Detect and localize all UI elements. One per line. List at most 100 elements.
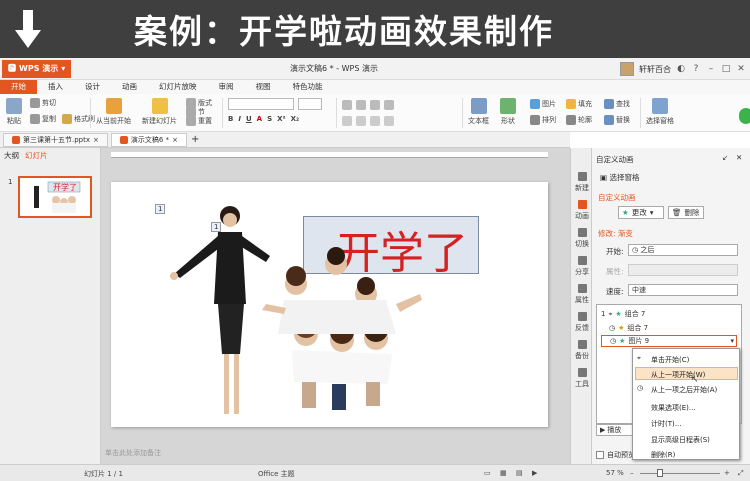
font-name-select[interactable] [228,98,294,110]
menu-item-after-previous[interactable]: 从上一项之后开始(A) [651,385,717,395]
menu-item-effect-options[interactable]: 效果选项(E)... [651,403,696,413]
select-pane-link[interactable]: ▣ 选择窗格 [600,172,639,183]
reset-button[interactable]: 重置 [186,116,212,126]
bold-icon[interactable]: B [228,115,233,123]
strip-animation[interactable]: 动画 [571,200,593,221]
shape-button[interactable]: 形状 [500,98,516,126]
tab-view[interactable]: 视图 [245,80,282,94]
auto-preview-checkbox[interactable] [596,451,604,459]
justify-icon[interactable] [384,116,394,126]
view-reading-icon[interactable]: ▤ [516,469,523,477]
help-icon[interactable]: ? [691,64,701,74]
outline-button[interactable]: 轮廓 [566,115,592,125]
menu-item-on-click[interactable]: 单击开始(C) [651,355,689,365]
copy-button[interactable]: 复制 [30,114,56,124]
strip-backup[interactable]: 备份 [571,340,593,361]
menu-item-timing[interactable]: 计时(T)... [651,419,681,429]
select-pane-button[interactable]: 选择窗格 [646,98,674,126]
tab-animation[interactable]: 动画 [111,80,148,94]
superscript-icon[interactable]: X² [277,115,285,123]
from-current-button[interactable]: 从当前开始 [96,98,131,126]
subscript-icon[interactable]: X₂ [291,115,299,123]
tab-home[interactable]: 开始 [0,80,37,94]
new-slide-button[interactable]: 新建幻灯片 [142,98,177,126]
skin-icon[interactable]: ◐ [676,64,686,74]
expand-icon[interactable]: ↙ [722,153,728,162]
close-icon[interactable]: ✕ [736,64,746,74]
doc-tab-1[interactable]: 第三课第十五节.pptx × [3,132,108,147]
slideshow-icon[interactable]: ▶ [532,469,537,477]
list-item[interactable]: 1 ⌖ ★ 组合 7 [601,309,645,319]
view-sorter-icon[interactable]: ▦ [500,469,507,477]
zoom-slider[interactable] [640,473,720,474]
tab-review[interactable]: 审阅 [208,80,245,94]
indent-icon[interactable] [370,100,380,110]
strike-icon[interactable]: S [267,115,272,123]
strip-tools[interactable]: 工具 [571,368,593,389]
cut-button[interactable]: 剪切 [30,98,56,108]
green-assist-icon[interactable] [739,108,750,124]
tab-features[interactable]: 特色功能 [282,80,334,94]
minimize-icon[interactable]: – [706,64,716,74]
textbox-button[interactable]: 文本框 [468,98,489,126]
fill-button[interactable]: 填充 [566,99,592,109]
tab-design[interactable]: 设计 [74,80,111,94]
add-tab-icon[interactable]: + [191,134,199,145]
strip-share[interactable]: 分享 [571,256,593,277]
tab-outline[interactable]: 大纲 [4,150,19,161]
wps-menu-button[interactable]: 🅿 WPS 演示 ▾ [2,59,72,78]
paste-button[interactable]: 粘贴 [6,98,22,126]
arrange-button[interactable]: 排列 [530,115,556,125]
outdent-icon[interactable] [384,100,394,110]
zoom-out-icon[interactable]: – [630,469,634,477]
tab-slideshow[interactable]: 幻灯片放映 [148,80,208,94]
close-icon[interactable]: × [93,136,99,144]
doc-tab-2[interactable]: 演示文稿6 * × [110,132,187,147]
menu-item-advanced-timeline[interactable]: 显示高级日程表(S) [651,435,710,445]
animation-order-tag[interactable]: 1 [155,204,166,214]
user-name[interactable]: 轩轩百合 [639,64,671,75]
notes-placeholder[interactable]: 单击此处添加备注 [105,448,161,458]
fit-window-icon[interactable]: ⤢ [738,469,744,478]
underline-icon[interactable]: U [246,115,252,123]
align-center-icon[interactable] [356,116,366,126]
pane-header[interactable]: 自定义动画 [596,154,634,165]
start-select[interactable]: ◷ 之后 [628,244,738,256]
numbering-icon[interactable] [356,100,366,110]
list-item-selected[interactable]: ◷ ★ 图片 9 ▾ [601,335,737,347]
align-left-icon[interactable] [342,116,352,126]
list-item[interactable]: ◷ ★ 组合 7 [609,323,648,333]
find-button[interactable]: 查找 [604,99,630,109]
bullets-icon[interactable] [342,100,352,110]
slide[interactable]: 1 1 开学了 [111,182,548,427]
play-button[interactable]: ▶ 播放 [596,424,634,436]
maximize-icon[interactable]: □ [721,64,731,74]
zoom-in-icon[interactable]: + [724,469,730,477]
picture-button[interactable]: 图片 [530,99,556,109]
menu-item-delete[interactable]: 删除(R) [651,450,675,460]
slide-thumbnail[interactable]: 开学了 [18,176,92,218]
strip-feedback[interactable]: 反馈 [571,312,593,333]
change-effect-button[interactable]: ★ 更改 ▾ [618,206,664,219]
delete-effect-button[interactable]: 🗑 删除 [668,206,704,219]
close-icon[interactable]: × [172,136,178,144]
close-icon[interactable]: ✕ [736,153,742,162]
italic-icon[interactable]: I [238,115,241,123]
zoom-level[interactable]: 57 % [606,469,624,477]
strip-properties[interactable]: 属性 [571,284,593,305]
students-photo[interactable] [166,204,426,426]
chevron-down-icon[interactable]: ▾ [730,337,736,345]
auto-preview-option[interactable]: 自动预览 [596,450,635,460]
align-right-icon[interactable] [370,116,380,126]
font-size-select[interactable] [298,98,322,110]
strip-transition[interactable]: 切换 [571,228,593,249]
zoom-slider-handle[interactable] [657,469,663,477]
font-color-icon[interactable]: A [257,115,262,123]
tab-insert[interactable]: 插入 [37,80,74,94]
view-normal-icon[interactable]: ▭ [484,469,491,477]
strip-new[interactable]: 新建 [571,172,593,193]
speed-select[interactable]: 中速 [628,284,738,296]
avatar[interactable] [620,62,634,76]
tab-slides[interactable]: 幻灯片 [25,150,48,161]
replace-button[interactable]: 替换 [604,115,630,125]
